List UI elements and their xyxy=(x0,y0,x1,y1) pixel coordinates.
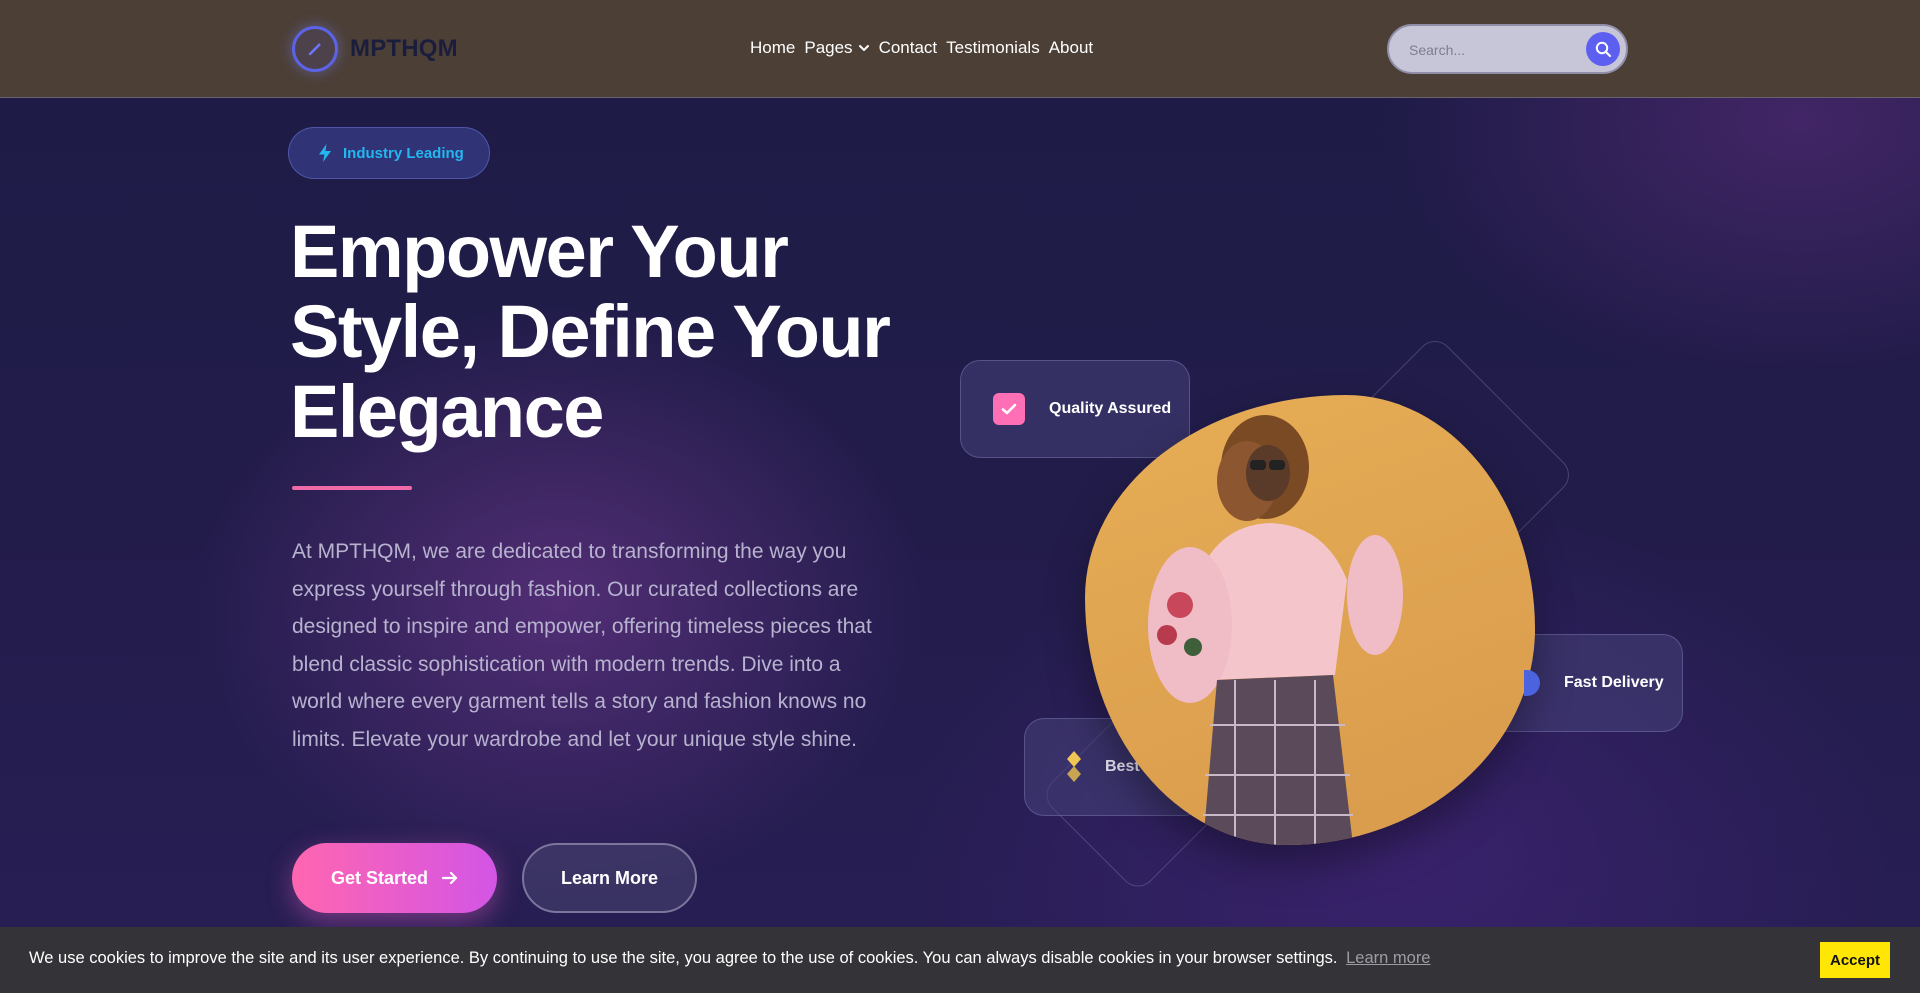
learn-more-label: Learn More xyxy=(560,867,659,888)
learn-more-button[interactable]: Learn More xyxy=(522,843,697,913)
search-input[interactable] xyxy=(1409,38,1569,62)
nav-item-testimonials[interactable]: Testimonials xyxy=(946,38,1040,58)
cookie-message: We use cookies to improve the site and i… xyxy=(29,949,1338,967)
arrow-right-icon xyxy=(442,871,458,885)
search-icon xyxy=(1595,41,1611,57)
nav-item-about[interactable]: About xyxy=(1049,38,1093,58)
cookie-accept-button[interactable]: Accept xyxy=(1820,942,1890,978)
brand-name: MPTHQM xyxy=(350,35,458,62)
brand-logo[interactable]: MPTHQM xyxy=(292,26,458,72)
diamond-icon xyxy=(1067,751,1081,782)
chevron-down-icon xyxy=(858,45,869,51)
badge-label: Industry Leading xyxy=(343,144,464,162)
nav-item-label: Testimonials xyxy=(946,38,1040,57)
site-header: MPTHQM Home Pages Contact Testimonials A… xyxy=(0,0,1920,98)
hero-description: At MPTHQM, we are dedicated to transform… xyxy=(292,540,872,751)
nav-item-label: Pages xyxy=(804,38,853,57)
nav-item-contact[interactable]: Contact xyxy=(879,38,938,58)
hero-title-line: Elegance xyxy=(290,370,604,453)
nav-item-label: Home xyxy=(750,38,796,57)
check-icon xyxy=(993,393,1025,425)
main-nav: Home Pages Contact Testimonials About xyxy=(750,38,1093,58)
fast-delivery-label: Fast Delivery xyxy=(1564,674,1664,691)
brand-logo-icon xyxy=(292,26,338,72)
nav-item-home[interactable]: Home xyxy=(750,38,795,58)
search-button[interactable] xyxy=(1586,32,1620,66)
cookie-banner: We use cookies to improve the site and i… xyxy=(0,927,1920,993)
hero-title-line: Style, Define Your xyxy=(290,290,891,373)
nav-item-pages[interactable]: Pages xyxy=(804,38,869,58)
cookie-learn-more-link[interactable]: Learn more xyxy=(1346,949,1430,967)
cookie-message-wrap: We use cookies to improve the site and i… xyxy=(29,949,1431,968)
get-started-label: Get Started xyxy=(330,867,429,888)
quality-assured-card: Quality Assured xyxy=(960,360,1190,458)
quality-assured-label: Quality Assured xyxy=(1049,400,1172,417)
nav-item-label: About xyxy=(1048,38,1094,57)
hero-title-line: Empower Your xyxy=(290,210,789,293)
lightning-icon xyxy=(319,144,331,162)
get-started-button[interactable]: Get Started xyxy=(292,843,497,913)
search-box xyxy=(1387,24,1628,74)
hero-title: Empower Your Style, Define Your Elegance xyxy=(290,212,930,452)
nav-item-label: Contact xyxy=(878,38,938,57)
industry-badge: Industry Leading xyxy=(288,127,490,179)
title-underline xyxy=(292,486,412,490)
